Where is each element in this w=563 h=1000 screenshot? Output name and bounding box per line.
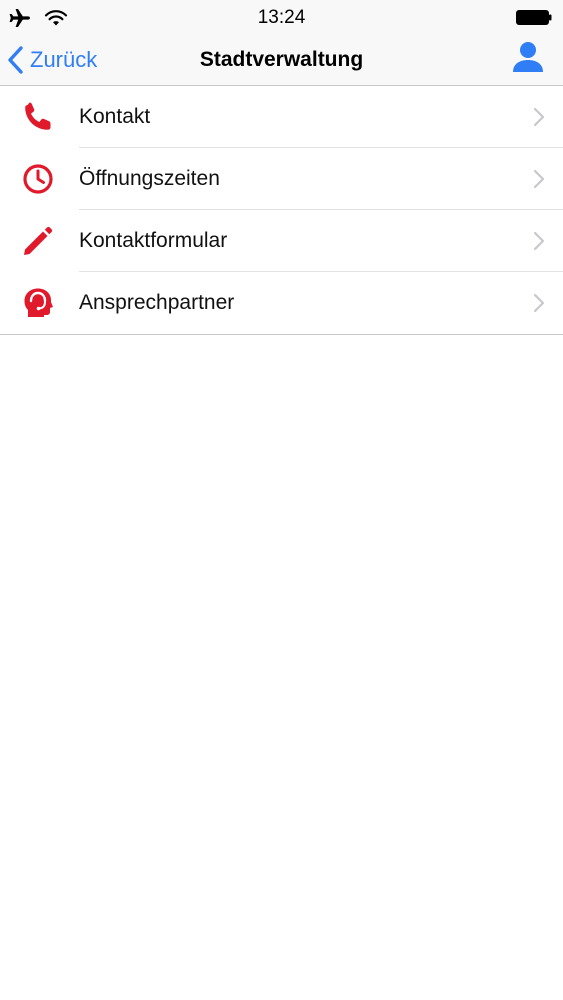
menu-item-label: Öffnungszeiten bbox=[79, 167, 220, 190]
menu-list: Kontakt Öffnungszeiten Kontaktformular A… bbox=[0, 86, 563, 335]
app-screen: 13:24 Zurück Stadtverwaltung Kontakt Öff… bbox=[0, 0, 563, 1000]
headset-person-icon bbox=[24, 288, 53, 317]
phone-icon bbox=[25, 102, 51, 130]
navigation-bar: Zurück Stadtverwaltung bbox=[0, 36, 563, 86]
pencil-icon bbox=[24, 226, 53, 255]
chevron-right-icon bbox=[533, 293, 545, 313]
menu-item-label: Ansprechpartner bbox=[79, 291, 235, 314]
chevron-right-icon bbox=[533, 107, 545, 127]
menu-item-ansprechpartner[interactable]: Ansprechpartner bbox=[0, 272, 563, 334]
person-icon[interactable] bbox=[511, 40, 545, 74]
chevron-right-icon bbox=[533, 169, 545, 189]
menu-item-kontaktformular[interactable]: Kontaktformular bbox=[0, 210, 563, 272]
menu-item-oeffnungszeiten[interactable]: Öffnungszeiten bbox=[0, 148, 563, 210]
chevron-right-icon bbox=[533, 231, 545, 251]
menu-item-kontakt[interactable]: Kontakt bbox=[0, 86, 563, 148]
battery-icon bbox=[516, 10, 552, 25]
clock-icon bbox=[23, 164, 53, 194]
menu-item-label: Kontaktformular bbox=[79, 229, 228, 252]
status-bar: 13:24 bbox=[0, 0, 563, 36]
page-title: Stadtverwaltung bbox=[199, 48, 364, 71]
status-time: 13:24 bbox=[257, 7, 306, 28]
menu-item-label: Kontakt bbox=[79, 105, 151, 128]
